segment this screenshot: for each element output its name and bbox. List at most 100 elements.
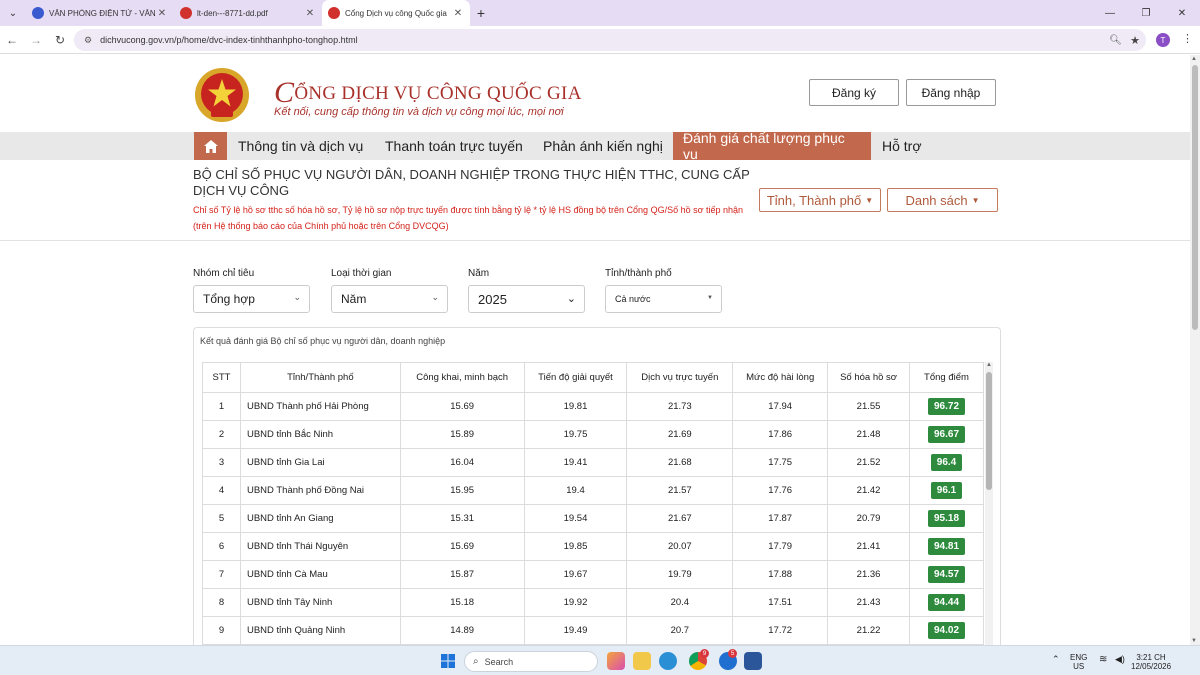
progress-cell: 19.75 (523, 420, 628, 449)
table-row[interactable]: 2 UBND tỉnh Bắc Ninh 15.89 19.75 21.69 1… (202, 420, 984, 449)
volume-icon[interactable]: ◀) (1115, 655, 1125, 664)
total-score-badge: 94.81 (927, 538, 966, 555)
home-button[interactable] (194, 132, 227, 160)
tray-expand-icon[interactable]: ⌃ (1052, 655, 1060, 664)
browser-menu-icon[interactable]: ⋮ (1182, 32, 1193, 45)
wifi-icon[interactable]: ≋ (1099, 655, 1107, 665)
table-row[interactable]: 5 UBND tỉnh An Giang 15.31 19.54 21.67 1… (202, 504, 984, 533)
table-row[interactable]: 9 UBND tỉnh Quảng Ninh 14.89 19.49 20.7 … (202, 616, 984, 645)
total-score-badge: 94.02 (927, 622, 966, 639)
browser-tab-dvc[interactable]: Cổng Dịch vụ công Quốc gia ✕ (322, 0, 470, 26)
minimize-icon[interactable]: — (1092, 0, 1128, 26)
column-header[interactable]: Số hóa hồ sơ (827, 362, 910, 393)
column-header[interactable]: Tỉnh/Thành phố (239, 362, 401, 393)
province-dropdown-button[interactable]: Tỉnh, Thành phố ▼ (759, 188, 881, 212)
restore-icon[interactable]: ❐ (1128, 0, 1164, 26)
progress-cell: 19.92 (523, 588, 628, 617)
taskbar-search-box[interactable]: ⌕ Search (464, 651, 598, 672)
word-icon[interactable] (744, 652, 762, 670)
province-cell: UBND Thành phố Hải Phòng (239, 392, 401, 421)
profile-avatar[interactable]: T (1156, 33, 1170, 47)
search-icon: ⌕ (473, 656, 479, 667)
online-service-cell: 21.68 (626, 448, 734, 477)
close-tab-icon[interactable]: ✕ (156, 8, 168, 19)
chevron-down-icon: ⌄ (566, 293, 576, 305)
browser-tab-office[interactable]: VĂN PHÒNG ĐIỆN TỬ - VĂN PHÒNG ✕ (26, 0, 174, 26)
forward-arrow-icon[interactable]: → (24, 33, 48, 47)
satisfaction-cell: 17.51 (732, 588, 829, 617)
progress-cell: 19.4 (523, 476, 628, 505)
transparency-cell: 15.89 (399, 420, 525, 449)
filter-select-province[interactable]: Cả nước ▼ (605, 285, 722, 313)
input-language[interactable]: ENG US (1070, 653, 1087, 671)
digitization-cell: 21.55 (827, 392, 910, 421)
filter-select-year[interactable]: 2025 ⌄ (468, 285, 585, 313)
chevron-down-icon: ⌄ (431, 292, 439, 302)
column-header[interactable]: Tổng điểm (909, 362, 984, 393)
scroll-down-arrow-icon[interactable]: ▼ (1191, 638, 1197, 644)
chrome-notification-badge: 9 (700, 649, 709, 658)
transparency-cell: 15.69 (399, 392, 525, 421)
bookmark-star-icon[interactable]: ★ (1130, 34, 1140, 47)
tab-search-icon[interactable]: ⌄ (0, 0, 26, 26)
column-header[interactable]: Công khai, minh bạch (399, 362, 525, 393)
province-dropdown-label: Tỉnh, Thành phố (766, 192, 862, 208)
indicator-title: BỘ CHỈ SỐ PHỤC VỤ NGƯỜI DÂN, DOANH NGHIỆ… (193, 167, 750, 198)
login-button[interactable]: Đăng nhập (906, 79, 996, 106)
table-row[interactable]: 8 UBND tỉnh Tây Ninh 15.18 19.92 20.4 17… (202, 588, 984, 617)
caret-down-icon: ▼ (865, 195, 874, 205)
pdf-favicon-icon (180, 7, 192, 19)
table-row[interactable]: 3 UBND tỉnh Gia Lai 16.04 19.41 21.68 17… (202, 448, 984, 477)
nav-support[interactable]: Hỗ trợ (872, 132, 932, 160)
register-button[interactable]: Đăng ký (809, 79, 899, 106)
file-explorer-icon[interactable] (633, 652, 651, 670)
table-scrollbar[interactable]: ▲ (985, 362, 993, 645)
site-info-icon[interactable]: ⚙ (84, 35, 92, 46)
nav-online-payment[interactable]: Thanh toán trực tuyến (375, 132, 533, 160)
new-tab-button[interactable]: + (470, 5, 492, 21)
back-arrow-icon[interactable]: ← (0, 33, 24, 47)
dvc-favicon-icon (328, 7, 340, 19)
nav-info-services[interactable]: Thông tin và dịch vụ (228, 132, 373, 160)
online-service-cell: 21.69 (626, 420, 734, 449)
main-navigation: Thông tin và dịch vụ Thanh toán trực tuy… (0, 130, 1190, 162)
filter-value: Cả nước (615, 294, 651, 304)
list-dropdown-button[interactable]: Danh sách ▼ (887, 188, 998, 212)
scroll-up-arrow-icon[interactable]: ▲ (1191, 56, 1197, 62)
close-tab-icon[interactable]: ✕ (452, 8, 464, 19)
reload-icon[interactable]: ↻ (48, 33, 72, 47)
zoom-icon[interactable]: 🔍︎ (1109, 35, 1122, 46)
close-window-icon[interactable]: ✕ (1164, 0, 1200, 26)
scroll-up-arrow-icon[interactable]: ▲ (986, 362, 992, 368)
table-scrollbar-thumb[interactable] (986, 372, 992, 490)
copilot-icon[interactable] (607, 652, 625, 670)
filter-select-group[interactable]: Tổng hợp ⌄ (193, 285, 310, 313)
total-score-cell: 96.4 (909, 448, 984, 477)
column-header[interactable]: Mức độ hài lòng (732, 362, 829, 393)
column-header[interactable]: Dịch vụ trực tuyến (626, 362, 734, 393)
system-clock[interactable]: 3:21 CH 12/05/2026 (1131, 653, 1171, 671)
browser-tab-pdf[interactable]: lt-den---8771-dd.pdf ✕ (174, 0, 322, 26)
page-scrollbar-thumb[interactable] (1192, 65, 1198, 330)
taskbar-search-placeholder: Search (484, 656, 514, 667)
filter-label-group: Nhóm chỉ tiêu (193, 268, 255, 279)
address-bar[interactable]: ⚙ dichvucong.gov.vn/p/home/dvc-index-tin… (74, 29, 1146, 51)
column-header[interactable]: STT (202, 362, 241, 393)
windows-start-icon[interactable] (441, 654, 455, 668)
table-row[interactable]: 4 UBND Thành phố Đồng Nai 15.95 19.4 21.… (202, 476, 984, 505)
filter-select-period-type[interactable]: Năm ⌄ (331, 285, 448, 313)
page-scrollbar[interactable]: ▲ ▼ (1190, 55, 1200, 645)
portal-title[interactable]: CỔNG DỊCH VỤ CÔNG QUỐC GIA (274, 76, 582, 110)
filter-label-period-type: Loại thời gian (331, 268, 392, 279)
total-score-badge: 95.18 (927, 510, 966, 527)
total-score-cell: 96.1 (909, 476, 984, 505)
nav-service-quality[interactable]: Đánh giá chất lượng phục vụ (673, 130, 871, 162)
nav-feedback[interactable]: Phản ánh kiến nghị (533, 132, 673, 160)
edge-browser-icon[interactable] (659, 652, 677, 670)
close-tab-icon[interactable]: ✕ (304, 8, 316, 19)
column-header[interactable]: Tiến độ giải quyết (523, 362, 628, 393)
table-row[interactable]: 6 UBND tỉnh Thái Nguyên 15.69 19.85 20.0… (202, 532, 984, 561)
table-row[interactable]: 1 UBND Thành phố Hải Phòng 15.69 19.81 2… (202, 392, 984, 421)
table-row[interactable]: 7 UBND tỉnh Cà Mau 15.87 19.67 19.79 17.… (202, 560, 984, 589)
digitization-cell: 21.36 (827, 560, 910, 589)
